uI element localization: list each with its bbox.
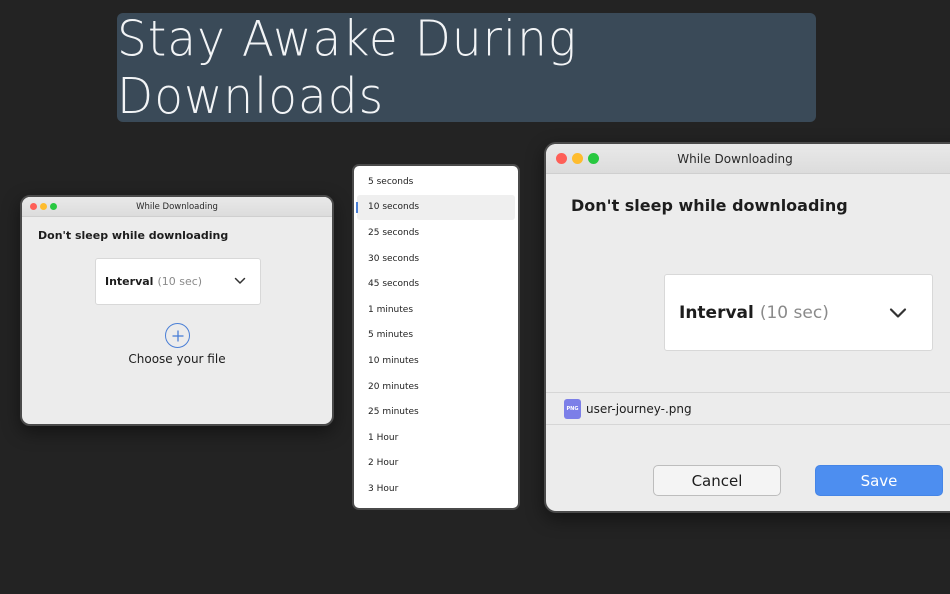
interval-option[interactable]: 45 seconds (357, 271, 515, 297)
interval-option[interactable]: 5 seconds (357, 169, 515, 195)
banner-title: Stay Awake During Downloads (117, 9, 578, 126)
png-file-icon: PNG (564, 398, 581, 419)
interval-option[interactable]: 5 minutes (357, 323, 515, 349)
interval-select-label: Interval (679, 302, 754, 323)
interval-option[interactable]: 25 seconds (357, 220, 515, 246)
chevron-down-icon (234, 277, 246, 284)
cancel-button[interactable]: Cancel (653, 465, 781, 496)
close-window-button[interactable] (556, 153, 567, 164)
interval-options-menu: 5 seconds 10 seconds 25 seconds 30 secon… (352, 164, 520, 510)
interval-option[interactable]: 2 Hour (357, 451, 515, 477)
selected-file-row[interactable]: PNG user-journey-.png (546, 392, 950, 425)
zoom-window-button[interactable] (50, 203, 57, 210)
file-name: user-journey-.png (586, 401, 692, 416)
page-heading: Don't sleep while downloading (38, 229, 229, 242)
chevron-down-icon (889, 308, 907, 318)
interval-option[interactable]: 3 Hour (357, 476, 515, 502)
interval-option[interactable]: 1 minutes (357, 297, 515, 323)
promo-banner: Stay Awake During Downloads (117, 10, 816, 125)
interval-select[interactable]: Interval (10 sec) (95, 258, 261, 305)
interval-option[interactable]: 30 seconds (357, 246, 515, 272)
interval-option[interactable]: 10 minutes (357, 348, 515, 374)
interval-option[interactable]: 20 minutes (357, 374, 515, 400)
traffic-lights (30, 197, 60, 216)
interval-select-value: (10 sec) (759, 302, 829, 323)
page-heading: Don't sleep while downloading (571, 196, 848, 215)
interval-option[interactable]: 25 minutes (357, 399, 515, 425)
small-app-window: While Downloading Don't sleep while down… (20, 195, 334, 426)
window-titlebar[interactable]: While Downloading (22, 197, 332, 217)
window-titlebar[interactable]: While Downloading (546, 144, 950, 174)
window-title: While Downloading (136, 201, 218, 212)
zoom-window-button[interactable] (588, 153, 599, 164)
choose-file-label[interactable]: Choose your file (22, 352, 332, 366)
interval-select-label: Interval (105, 275, 154, 288)
minimize-window-button[interactable] (572, 153, 583, 164)
window-title: While Downloading (677, 151, 793, 166)
interval-option[interactable]: 1 Hour (357, 425, 515, 451)
plus-icon (172, 330, 183, 341)
save-button[interactable]: Save (815, 465, 943, 496)
interval-select-value: (10 sec) (157, 275, 203, 288)
add-file-button[interactable] (165, 323, 190, 348)
traffic-lights (556, 144, 604, 173)
interval-select[interactable]: Interval (10 sec) (664, 274, 933, 351)
minimize-window-button[interactable] (40, 203, 47, 210)
interval-option-selected[interactable]: 10 seconds (356, 194, 515, 221)
large-app-window: While Downloading Don't sleep while down… (544, 142, 950, 513)
close-window-button[interactable] (30, 203, 37, 210)
